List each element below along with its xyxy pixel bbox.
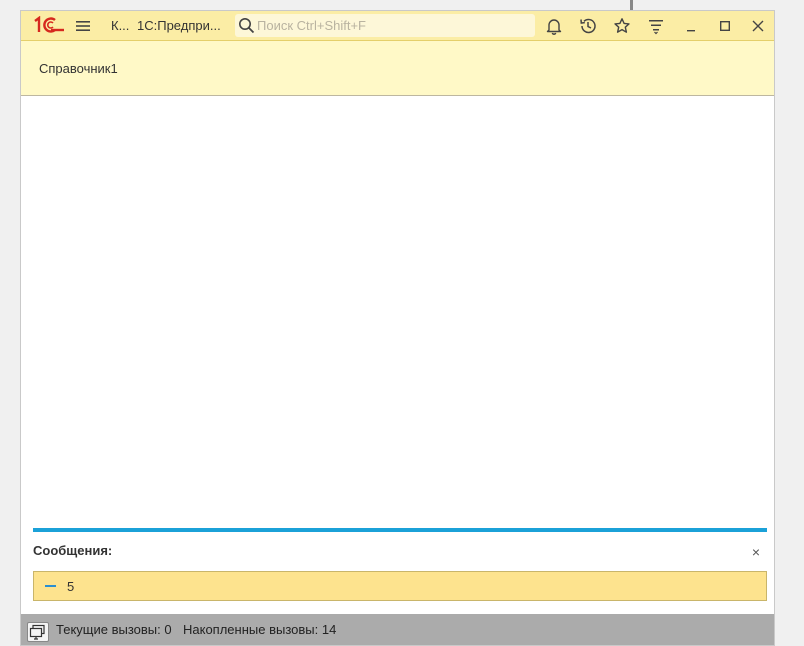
message-text: 5 xyxy=(67,579,75,594)
form-content xyxy=(21,96,774,528)
messages-close-button[interactable]: × xyxy=(749,545,763,559)
search-icon xyxy=(238,17,255,34)
star-icon[interactable] xyxy=(612,16,632,36)
messages-header: Сообщения: xyxy=(33,543,113,558)
search-box[interactable] xyxy=(235,14,535,37)
title-bar: К... 1С:Предпри... xyxy=(21,11,774,41)
message-item[interactable]: 5 xyxy=(33,571,767,601)
current-calls-label: Текущие вызовы: 0 xyxy=(56,622,172,637)
1c-logo[interactable] xyxy=(33,15,65,34)
message-marker-icon xyxy=(45,585,56,587)
window-title-short[interactable]: К... xyxy=(111,18,129,33)
window-title-app[interactable]: 1С:Предпри... xyxy=(137,18,221,33)
form-header: Справочник1 xyxy=(21,41,774,96)
app-window: К... 1С:Предпри... Поиск Ctrl+Shift+F Сп… xyxy=(20,10,775,646)
history-icon[interactable] xyxy=(578,16,598,36)
form-title: Справочник1 xyxy=(39,61,118,76)
accumulated-calls-label: Накопленные вызовы: 14 xyxy=(183,622,337,637)
messages-divider[interactable] xyxy=(33,528,767,532)
search-input[interactable] xyxy=(257,14,527,37)
close-icon[interactable] xyxy=(748,16,768,36)
maximize-icon[interactable] xyxy=(715,16,735,36)
computer-icon[interactable] xyxy=(27,622,49,642)
bell-icon[interactable] xyxy=(544,16,564,36)
minimize-icon[interactable] xyxy=(681,16,701,36)
functions-menu-icon[interactable] xyxy=(646,16,666,36)
hamburger-icon[interactable] xyxy=(73,16,93,36)
status-bar: Текущие вызовы: 0 Накопленные вызовы: 14 xyxy=(21,614,774,645)
